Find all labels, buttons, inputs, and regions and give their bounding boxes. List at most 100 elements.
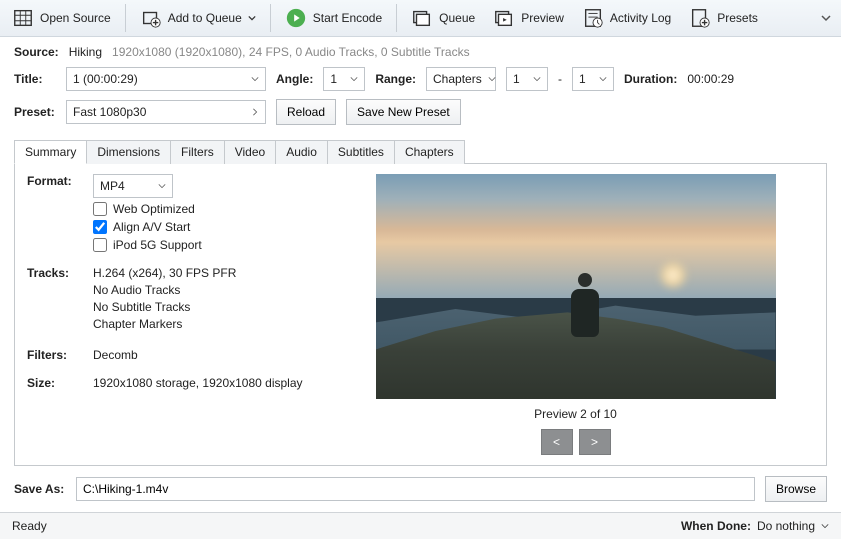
toolbar-overflow-button[interactable] xyxy=(815,7,837,29)
tab-strip: Summary Dimensions Filters Video Audio S… xyxy=(14,139,827,163)
presets-label: Presets xyxy=(717,11,758,25)
preview-counter: Preview 2 of 10 xyxy=(534,407,617,421)
format-select[interactable]: MP4 xyxy=(93,174,173,198)
filters-value: Decomb xyxy=(93,348,138,362)
activity-log-button[interactable]: Activity Log xyxy=(574,3,679,33)
angle-value: 1 xyxy=(330,72,337,86)
preview-next-button[interactable]: > xyxy=(579,429,611,455)
title-value: 1 (00:00:29) xyxy=(73,72,138,86)
play-icon xyxy=(285,7,307,29)
open-source-button[interactable]: Open Source xyxy=(4,3,119,33)
save-path-input[interactable] xyxy=(76,477,755,501)
tab-video[interactable]: Video xyxy=(224,140,276,164)
summary-panel: Format: MP4 Web Optimized Align A/V Star… xyxy=(14,163,827,466)
tracks-audio: No Audio Tracks xyxy=(93,283,236,297)
align-av-input[interactable] xyxy=(93,220,107,234)
ipod-input[interactable] xyxy=(93,238,107,252)
tab-audio[interactable]: Audio xyxy=(275,140,328,164)
angle-label: Angle: xyxy=(276,72,313,86)
align-av-label: Align A/V Start xyxy=(113,220,190,234)
range-from-value: 1 xyxy=(513,72,520,86)
tab-chapters[interactable]: Chapters xyxy=(394,140,465,164)
title-label: Title: xyxy=(14,72,56,86)
duration-label: Duration: xyxy=(624,72,677,86)
status-bar: Ready When Done: Do nothing xyxy=(0,512,841,539)
source-label: Source: xyxy=(14,45,59,59)
tab-filters[interactable]: Filters xyxy=(170,140,225,164)
chevron-down-icon xyxy=(599,75,607,83)
add-queue-icon xyxy=(140,7,162,29)
web-optimized-input[interactable] xyxy=(93,202,107,216)
chevron-down-icon xyxy=(488,75,496,83)
activity-log-label: Activity Log xyxy=(610,11,671,25)
size-value: 1920x1080 storage, 1920x1080 display xyxy=(93,376,303,390)
tab-subtitles[interactable]: Subtitles xyxy=(327,140,395,164)
source-name: Hiking xyxy=(69,45,102,59)
chevron-down-icon xyxy=(533,75,541,83)
range-type-value: Chapters xyxy=(433,72,482,86)
tracks-subtitle: No Subtitle Tracks xyxy=(93,300,236,314)
presets-icon xyxy=(689,7,711,29)
preset-label: Preset: xyxy=(14,105,56,119)
queue-icon xyxy=(411,7,433,29)
range-to-select[interactable]: 1 xyxy=(572,67,614,91)
add-to-queue-button[interactable]: Add to Queue xyxy=(132,3,264,33)
add-to-queue-label: Add to Queue xyxy=(168,11,242,25)
presets-button[interactable]: Presets xyxy=(681,3,766,33)
align-av-checkbox[interactable]: Align A/V Start xyxy=(93,220,202,234)
tab-summary[interactable]: Summary xyxy=(14,140,87,164)
range-from-select[interactable]: 1 xyxy=(506,67,548,91)
film-icon xyxy=(12,7,34,29)
browse-button[interactable]: Browse xyxy=(765,476,827,502)
format-value: MP4 xyxy=(100,179,125,193)
web-optimized-checkbox[interactable]: Web Optimized xyxy=(93,202,202,216)
range-type-select[interactable]: Chapters xyxy=(426,67,496,91)
save-as-label: Save As: xyxy=(14,482,66,496)
toolbar-separator xyxy=(270,4,271,32)
toolbar-separator xyxy=(396,4,397,32)
chevron-right-icon xyxy=(251,108,259,116)
size-label: Size: xyxy=(27,376,73,390)
duration-value: 00:00:29 xyxy=(687,72,734,86)
chevron-down-icon xyxy=(158,182,166,190)
open-source-label: Open Source xyxy=(40,11,111,25)
chevron-down-icon[interactable] xyxy=(821,522,829,530)
tracks-label: Tracks: xyxy=(27,266,73,280)
tab-dimensions[interactable]: Dimensions xyxy=(86,140,171,164)
preview-label: Preview xyxy=(521,11,564,25)
preset-value: Fast 1080p30 xyxy=(73,105,146,119)
save-new-preset-button[interactable]: Save New Preset xyxy=(346,99,461,125)
preview-button[interactable]: Preview xyxy=(485,3,572,33)
chevron-down-icon xyxy=(350,75,358,83)
range-to-value: 1 xyxy=(579,72,586,86)
preview-icon xyxy=(493,7,515,29)
filters-label: Filters: xyxy=(27,348,73,362)
chevron-down-icon xyxy=(251,75,259,83)
reload-button[interactable]: Reload xyxy=(276,99,336,125)
queue-label: Queue xyxy=(439,11,475,25)
range-label: Range: xyxy=(375,72,416,86)
preset-select[interactable]: Fast 1080p30 xyxy=(66,100,266,124)
toolbar-separator xyxy=(125,4,126,32)
angle-select[interactable]: 1 xyxy=(323,67,365,91)
tracks-video: H.264 (x264), 30 FPS PFR xyxy=(93,266,236,280)
start-encode-button[interactable]: Start Encode xyxy=(277,3,390,33)
title-select[interactable]: 1 (00:00:29) xyxy=(66,67,266,91)
ipod-label: iPod 5G Support xyxy=(113,238,202,252)
log-icon xyxy=(582,7,604,29)
ipod-checkbox[interactable]: iPod 5G Support xyxy=(93,238,202,252)
preview-prev-button[interactable]: < xyxy=(541,429,573,455)
preview-image xyxy=(376,174,776,399)
tracks-chapter: Chapter Markers xyxy=(93,317,236,331)
range-dash: - xyxy=(558,72,562,86)
main-toolbar: Open Source Add to Queue Start Encode Qu… xyxy=(0,0,841,37)
chevron-down-icon xyxy=(248,14,256,22)
when-done-label: When Done: xyxy=(681,519,751,533)
start-encode-label: Start Encode xyxy=(313,11,382,25)
source-info: 1920x1080 (1920x1080), 24 FPS, 0 Audio T… xyxy=(112,45,470,59)
when-done-value[interactable]: Do nothing xyxy=(757,519,815,533)
web-optimized-label: Web Optimized xyxy=(113,202,195,216)
status-text: Ready xyxy=(12,519,47,533)
format-label: Format: xyxy=(27,174,73,188)
queue-button[interactable]: Queue xyxy=(403,3,483,33)
